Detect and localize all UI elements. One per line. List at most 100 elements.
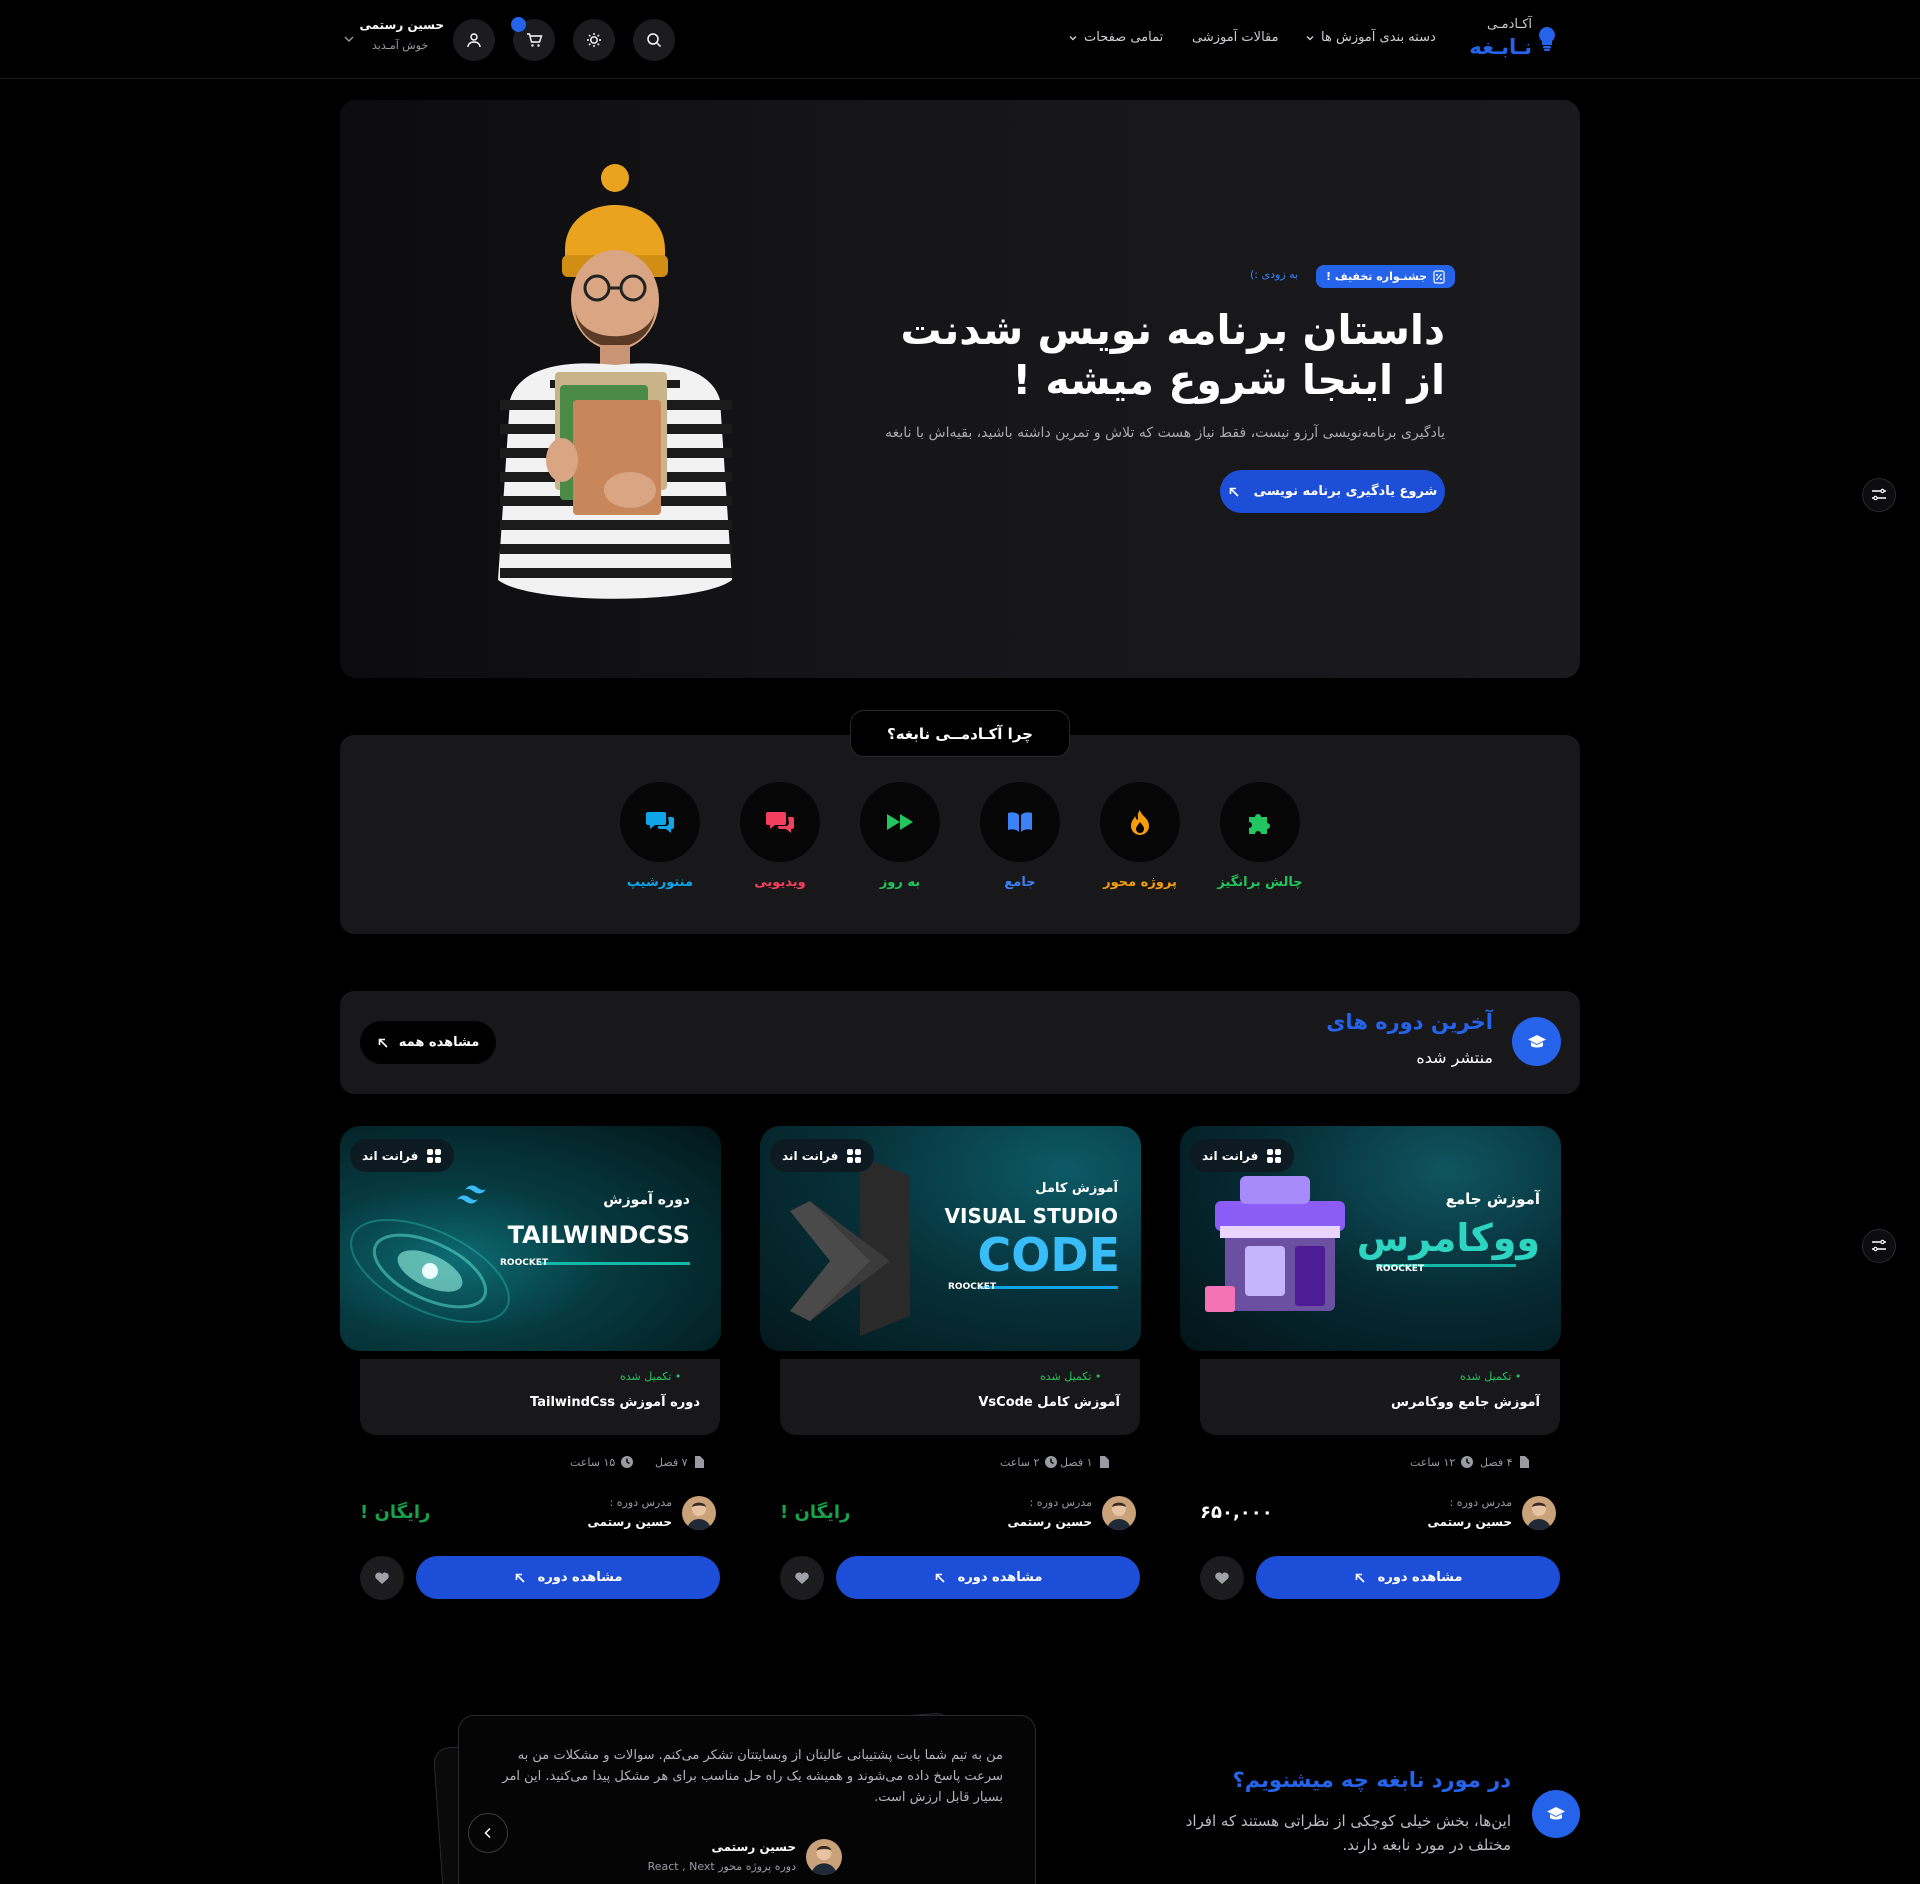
testimonial-author-name: حسین رستمی	[711, 1840, 796, 1854]
hero-title-line-1: داستان برنامه نویس شدنت	[900, 306, 1445, 354]
favorite-button[interactable]	[360, 1556, 404, 1600]
course-title[interactable]: آموزش کامل VsCode	[900, 1395, 1120, 1410]
course-category-tag[interactable]: فرانت اند	[1190, 1139, 1295, 1172]
cart-badge	[511, 17, 526, 32]
course-category-label: فرانت اند	[1202, 1148, 1259, 1163]
course-price-free: رایگان !	[360, 1502, 431, 1523]
teacher-label: مدرس دوره :	[609, 1496, 672, 1509]
view-course-button[interactable]: مشاهده دوره	[836, 1556, 1140, 1599]
logo-top-text: آکـادمـی	[1487, 17, 1532, 32]
course-category-tag[interactable]: فرانت اند	[350, 1139, 455, 1172]
feature-mentorship-label: منتورشیپ	[626, 875, 694, 890]
theme-toggle-button[interactable]	[573, 19, 615, 61]
course-chapters: ۷ فصل	[655, 1455, 705, 1469]
teacher-name: حسین رستمی	[1427, 1515, 1512, 1529]
search-button[interactable]	[633, 19, 675, 61]
banner-brand: ROOCKET	[500, 1258, 549, 1268]
course-title[interactable]: دوره آموزش TailwindCss	[480, 1395, 700, 1410]
why-section	[340, 735, 1580, 934]
course-banner-tailwind[interactable]: دوره آموزش TAILWINDCSS ROOCKET فرانت اند	[340, 1126, 721, 1351]
chevron-down-icon	[1068, 33, 1078, 43]
teacher-avatar	[1522, 1496, 1556, 1530]
document-icon	[693, 1455, 705, 1469]
arrow-up-left-icon	[514, 1572, 526, 1584]
chevron-down-icon	[1305, 33, 1315, 43]
percent-tag-icon	[1433, 269, 1445, 284]
nav-categories-label: دسته بندی آموزش ها	[1321, 30, 1436, 45]
logo[interactable]: آکـادمـی نـابـغه	[1469, 16, 1580, 60]
clock-icon	[1460, 1455, 1474, 1469]
heart-icon	[794, 1571, 810, 1585]
filter-settings-icon[interactable]	[1862, 478, 1896, 512]
testimonial-prev-button[interactable]	[468, 1813, 508, 1853]
nav-all-pages[interactable]: تمامی صفحات	[1068, 30, 1163, 45]
course-category-tag[interactable]: فرانت اند	[770, 1139, 875, 1172]
feature-mentorship-icon-wrap	[620, 782, 700, 862]
user-menu-chevron-icon[interactable]	[343, 34, 355, 44]
filter-settings-icon[interactable]	[1862, 1229, 1896, 1263]
user-icon	[466, 32, 482, 48]
hero-title-line-2: از اینجا شروع میشه !	[1012, 356, 1445, 404]
chat-bubbles-icon	[645, 809, 675, 835]
course-title[interactable]: آموزش جامع ووکامرس	[1320, 1395, 1540, 1410]
chevron-left-icon	[483, 1827, 493, 1839]
teacher-avatar	[1102, 1496, 1136, 1530]
course-status: • تکمیل شده	[1460, 1370, 1522, 1383]
course-chapters: ۱ فصل	[1060, 1455, 1110, 1469]
latest-courses-title: آخرین دوره های	[1326, 1010, 1493, 1034]
fire-icon	[1128, 808, 1152, 836]
hero-subtitle: یادگیری برنامه‌نویسی آرزو نیست، فقط نیاز…	[885, 425, 1445, 441]
teacher-label: مدرس دوره :	[1449, 1496, 1512, 1509]
latest-courses-header	[340, 991, 1580, 1094]
start-learning-button[interactable]: شروع یادگیری برنامه نویسی	[1220, 470, 1445, 513]
logo-bottom-text: نـابـغه	[1469, 35, 1532, 59]
discount-badge[interactable]: جشنـواره تخفیف !	[1316, 265, 1456, 288]
banner-line-1: آموزش کامل	[1035, 1181, 1118, 1196]
course-status-label: تکمیل شده	[1040, 1370, 1092, 1383]
course-banner-vscode[interactable]: آموزش کامل VISUAL STUDIO CODE ROOCKET فر…	[760, 1126, 1141, 1351]
user-name: حسین رستمی	[359, 18, 444, 32]
clock-icon	[620, 1455, 634, 1469]
start-learning-label: شروع یادگیری برنامه نویسی	[1253, 484, 1438, 499]
view-course-button[interactable]: مشاهده دوره	[1256, 1556, 1560, 1599]
latest-courses-subtitle: منتشر شده	[1416, 1048, 1493, 1067]
course-status-label: تکمیل شده	[620, 1370, 672, 1383]
course-banner-woocommerce[interactable]: آموزش جامع ووکامرس ROOCKET فرانت اند	[1180, 1126, 1561, 1351]
view-all-button[interactable]: مشاهده همه	[360, 1021, 496, 1064]
arrow-up-left-icon	[1354, 1572, 1366, 1584]
course-chapters-label: ۷ فصل	[655, 1455, 688, 1469]
course-chapters-label: ۴ فصل	[1480, 1455, 1513, 1469]
course-status: • تکمیل شده	[1040, 1370, 1102, 1383]
course-duration: ۱۲ ساعت	[1410, 1455, 1474, 1469]
nav-all-pages-label: تمامی صفحات	[1084, 30, 1164, 45]
course-duration-label: ۱۲ ساعت	[1410, 1455, 1456, 1469]
coming-soon-label: به زودی :)	[1250, 268, 1299, 281]
banner-brand: ROOCKET	[948, 1282, 997, 1292]
banner-underline	[978, 1286, 1118, 1289]
sun-icon	[586, 32, 602, 48]
feature-project-label: پروژه محور	[1103, 875, 1177, 890]
course-chapters-label: ۱ فصل	[1060, 1455, 1093, 1469]
nav-articles[interactable]: مقالات آموزشی	[1192, 30, 1279, 45]
course-price-free: رایگان !	[780, 1502, 851, 1523]
course-price: ۶۵۰,۰۰۰	[1200, 1502, 1273, 1523]
favorite-button[interactable]	[780, 1556, 824, 1600]
site-header: آکـادمـی نـابـغه دسته بندی آموزش ها مقال…	[0, 0, 1920, 79]
course-status-label: تکمیل شده	[1460, 1370, 1512, 1383]
course-chapters: ۴ فصل	[1480, 1455, 1530, 1469]
user-welcome: خوش آمـدید	[372, 39, 429, 52]
arrow-up-left-icon	[377, 1037, 389, 1049]
clock-icon	[1044, 1455, 1058, 1469]
banner-line-1: دوره آموزش	[603, 1192, 690, 1208]
heart-icon	[1214, 1571, 1230, 1585]
chat-bubbles-icon	[765, 809, 795, 835]
heart-icon	[374, 1571, 390, 1585]
arrow-up-left-icon	[934, 1572, 946, 1584]
favorite-button[interactable]	[1200, 1556, 1244, 1600]
course-category-label: فرانت اند	[782, 1148, 839, 1163]
document-icon	[1098, 1455, 1110, 1469]
profile-button[interactable]	[453, 19, 495, 61]
view-course-button[interactable]: مشاهده دوره	[416, 1556, 720, 1599]
testimonial-text: من به تیم شما بابت پشتیبانی عالیتان از و…	[502, 1748, 1003, 1805]
nav-categories[interactable]: دسته بندی آموزش ها	[1305, 30, 1436, 45]
